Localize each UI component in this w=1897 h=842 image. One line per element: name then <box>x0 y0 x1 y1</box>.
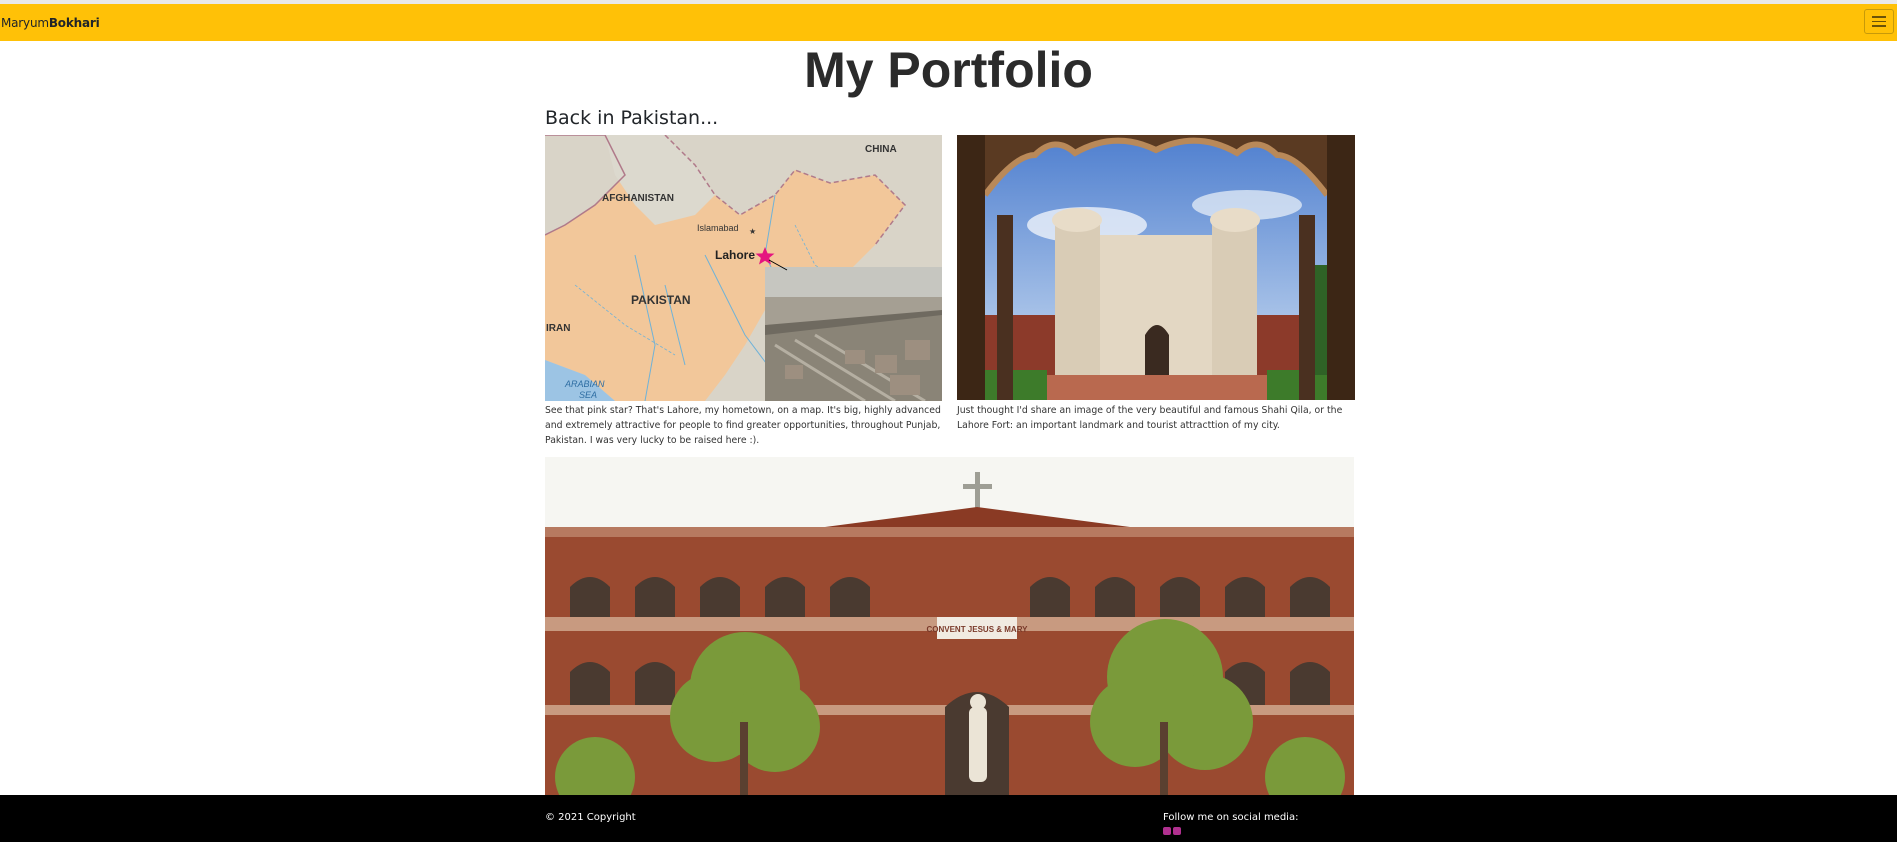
instagram-icon[interactable] <box>1173 827 1181 835</box>
footer: © 2021 Copyright Follow me on social med… <box>0 795 1897 842</box>
convent-building-image: CONVENT JESUS & MARY <box>545 457 1354 795</box>
follow-text: Follow me on social media: <box>1163 812 1299 823</box>
map-label-lahore: Lahore <box>715 248 755 262</box>
map-label-iran: IRAN <box>546 323 570 334</box>
map-label-china: CHINA <box>865 144 897 155</box>
fort-caption: Just thought I'd share an image of the v… <box>957 405 1343 431</box>
navbar: MaryumBokhari <box>0 4 1897 41</box>
map-label-arabian: ARABIAN <box>564 379 605 389</box>
page-title: My Portfolio <box>804 42 1093 98</box>
social-icons <box>1163 827 1181 835</box>
hamburger-icon <box>1872 20 1886 23</box>
convent-sign: CONVENT JESUS & MARY <box>926 625 1028 634</box>
hamburger-icon <box>1872 16 1886 18</box>
map-label-pakistan: PAKISTAN <box>631 293 691 307</box>
svg-text:★: ★ <box>749 227 756 236</box>
brand-link[interactable]: MaryumBokhari <box>1 16 100 30</box>
hamburger-icon <box>1872 25 1886 27</box>
map-label-sea: SEA <box>579 390 597 400</box>
linkedin-icon[interactable] <box>1163 827 1171 835</box>
map-label-islamabad: Islamabad <box>697 223 739 233</box>
map-caption: See that pink star? That's Lahore, my ho… <box>545 405 941 446</box>
pakistan-map-image: CHINA AFGHANISTAN Islamabad ★ Lahore PAK… <box>545 135 942 401</box>
navbar-toggle-button[interactable] <box>1864 9 1894 34</box>
lahore-fort-image <box>957 135 1355 400</box>
brand-last-name: Bokhari <box>48 15 100 30</box>
section-heading: Back in Pakistan... <box>545 107 719 129</box>
map-label-afghanistan: AFGHANISTAN <box>602 193 674 204</box>
copyright-text: © 2021 Copyright <box>545 812 636 823</box>
brand-first-name: Maryum <box>1 15 49 30</box>
